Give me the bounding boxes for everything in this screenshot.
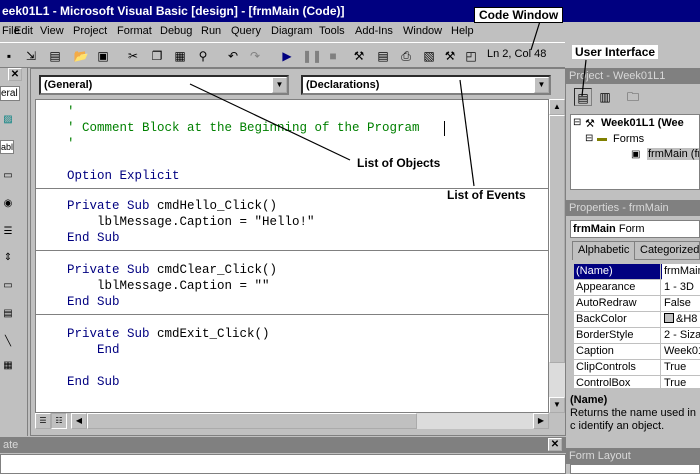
list-of-events-arrow [459, 79, 475, 187]
annotation-user-interface: User Interface [572, 45, 659, 59]
user-interface-arrow [581, 59, 587, 97]
list-of-objects-arrow [189, 83, 351, 161]
annotation-list-of-objects: List of Objects [357, 156, 441, 170]
annotation-arrows [189, 17, 587, 187]
vb-ide-screen: eek01L1 - Microsoft Visual Basic [design… [0, 0, 700, 474]
annotation-code-window: Code Window [474, 7, 564, 23]
annotation-list-of-events: List of Events [447, 188, 526, 202]
